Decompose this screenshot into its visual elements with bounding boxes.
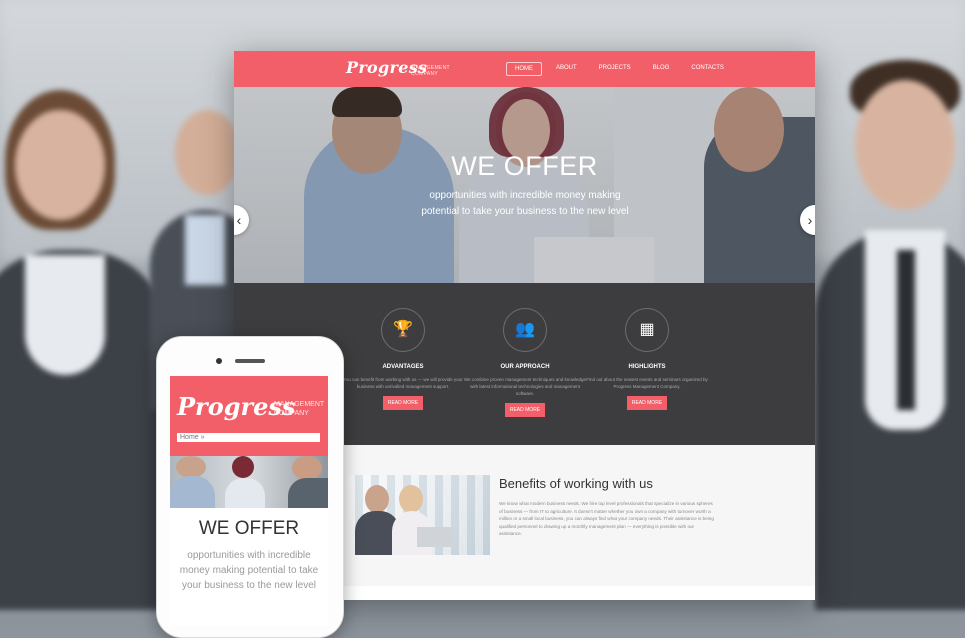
main-menu: HOME ABOUT PROJECTS BLOG CONTACTS bbox=[506, 62, 738, 76]
phone-speaker bbox=[235, 359, 265, 363]
mobile-hero-text: opportunities with incredible money maki… bbox=[179, 550, 319, 591]
mobile-menu-select[interactable]: Home » bbox=[177, 433, 320, 442]
feature-title: OUR APPROACH bbox=[500, 364, 550, 370]
feature-approach: 👥 OUR APPROACH We combine proven managem… bbox=[455, 308, 595, 417]
read-more-button[interactable]: READ MORE bbox=[382, 396, 424, 410]
hero-text: opportunities with incredible money maki… bbox=[421, 190, 629, 217]
nav-item-blog[interactable]: BLOG bbox=[645, 62, 678, 76]
top-navigation: Progress MANAGEMENT COMPANY HOME ABOUT P… bbox=[234, 51, 815, 87]
trophy-icon: 🏆 bbox=[381, 308, 425, 352]
nav-item-contacts[interactable]: CONTACTS bbox=[683, 62, 732, 76]
feature-advantages: 🏆 ADVANTAGES You can benefit from workin… bbox=[333, 308, 473, 410]
mobile-logo-tagline: MANAGEMENT COMPANY bbox=[274, 401, 325, 417]
feature-text: You can benefit from working with us — w… bbox=[343, 377, 463, 389]
mobile-header: Progress MANAGEMENT COMPANY Home » bbox=[170, 376, 328, 456]
logo-tagline: MANAGEMENT COMPANY bbox=[411, 65, 450, 77]
background-person-woman bbox=[0, 80, 170, 610]
feature-title: ADVANTAGES bbox=[382, 364, 424, 370]
nav-item-home[interactable]: HOME bbox=[506, 62, 542, 76]
phone-mockup: Progress MANAGEMENT COMPANY Home » WE OF… bbox=[156, 336, 344, 638]
team-icon: 👥 bbox=[503, 308, 547, 352]
nav-item-projects[interactable]: PROJECTS bbox=[591, 62, 639, 76]
phone-camera bbox=[216, 358, 222, 364]
background-person-man-right bbox=[815, 60, 965, 610]
benefits-photo bbox=[347, 475, 490, 555]
hero-title: WE OFFER bbox=[451, 151, 598, 181]
calendar-icon: ▦ bbox=[625, 308, 669, 352]
mobile-hero-photo bbox=[170, 456, 328, 508]
benefits-text: We know what modern business needs. We h… bbox=[499, 501, 714, 536]
hero-slider: WE OFFER opportunities with incredible m… bbox=[234, 87, 815, 283]
feature-highlights: ▦ HIGHLIGHTS Find out about the newest e… bbox=[577, 308, 717, 410]
mobile-hero-title: WE OFFER bbox=[198, 518, 300, 539]
phone-screen: Progress MANAGEMENT COMPANY Home » WE OF… bbox=[170, 376, 328, 626]
feature-title: HIGHLIGHTS bbox=[628, 364, 666, 370]
read-more-button[interactable]: READ MORE bbox=[504, 403, 546, 417]
feature-text: Find out about the newest events and sem… bbox=[586, 377, 708, 389]
read-more-button[interactable]: READ MORE bbox=[626, 396, 668, 410]
benefits-title: Benefits of working with us bbox=[499, 476, 653, 491]
hero-overlay bbox=[234, 87, 815, 283]
feature-text: We combine proven management techniques … bbox=[464, 377, 586, 396]
nav-item-about[interactable]: ABOUT bbox=[548, 62, 585, 76]
